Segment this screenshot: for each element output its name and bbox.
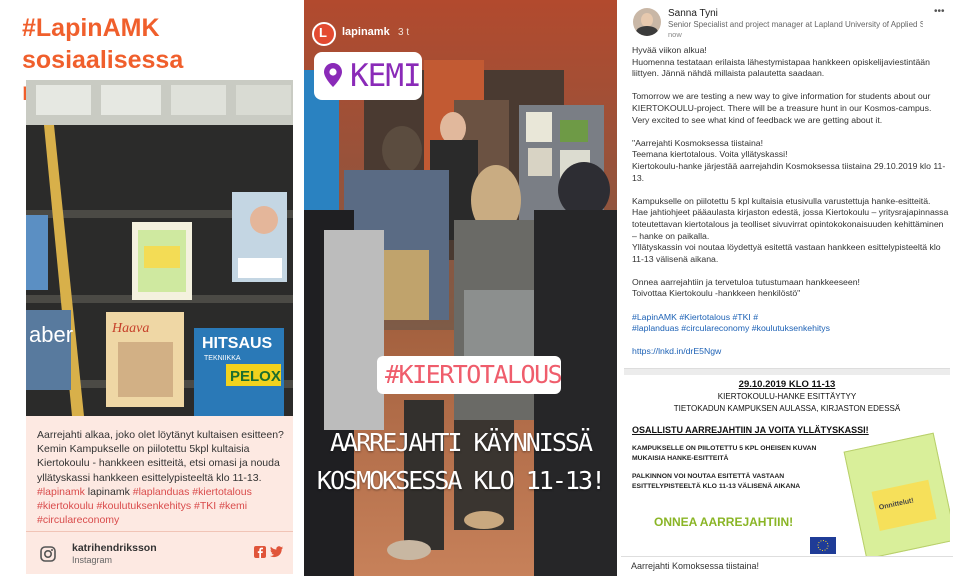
- post-photo[interactable]: aber Haava HITSAUS TEKNIIKKA PELOX: [26, 80, 293, 416]
- poster-date: 29.10.2019 KLO 11-13: [738, 379, 836, 390]
- poster-body4: ESITTELYPISTEELTÄ KLO 11-13 VÄLISENÄ AIK…: [632, 483, 801, 490]
- divider: [26, 531, 293, 532]
- poster-heading: OSALLISTU AARREJAHTIIN JA VOITA YLLÄTYSK…: [632, 425, 869, 435]
- location-sticker[interactable]: KEMI: [314, 52, 422, 100]
- post-username[interactable]: katrihendriksson: [72, 542, 157, 554]
- para-announcement: "Aarrejahti Kosmoksessa tiistaina! Teema…: [632, 137, 946, 183]
- post-body: Hyvää viikon alkua! Huomenna testataan e…: [632, 45, 950, 370]
- post-link[interactable]: https://lnkd.in/drE5Ngw: [632, 346, 721, 356]
- para-closing: Onnea aarrejahtiin ja tervetuloa tutustu…: [632, 276, 860, 299]
- hashtag-label: #KIERTOTALOUS: [385, 360, 563, 389]
- linkedin-post-panel: Sanna Tyni Senior Specialist and project…: [621, 0, 953, 576]
- poster-body1: KAMPUKSELLE ON PIILOTETTU 5 KPL OHEISEN …: [632, 445, 817, 452]
- magazine-hitsaus-sub: TEKNIIKKA: [204, 355, 241, 362]
- author-avatar[interactable]: [633, 8, 661, 36]
- story-username[interactable]: lapinamk: [342, 26, 390, 38]
- magazine-hitsaus-title: HITSAUS: [202, 335, 273, 352]
- eu-flag-icon: [810, 537, 836, 554]
- facebook-icon[interactable]: [254, 546, 266, 558]
- hashtags-line1[interactable]: #LapinAMK #Kiertotalous #TKI #: [632, 312, 758, 322]
- twitter-icon[interactable]: [270, 546, 283, 558]
- library-shelf-image: aber Haava HITSAUS TEKNIIKKA PELOX: [26, 80, 293, 416]
- location-label: KEMI: [350, 58, 422, 94]
- poster-luck: ONNEA AARREJAHTIIN!: [654, 515, 794, 529]
- poster-body2: MUKAISIA HANKE-ESITTEITÄ: [632, 455, 729, 462]
- poster-flyer: Onnittelut!: [843, 432, 950, 556]
- image-caption-bar: Aarrejahti Komoksessa tiistaina!: [621, 556, 953, 576]
- para-english: Tomorrow we are testing a new way to giv…: [632, 91, 932, 125]
- poster-body3: PALKINNON VOI NOUTAA ESITETTÄ VASTAAN: [632, 473, 785, 480]
- story-time: 3 t: [398, 27, 410, 38]
- post-time: now: [668, 30, 682, 39]
- story-overlay-text: AARREJAHTI KÄYNNISSÄ KOSMOKSESSA KLO 11-…: [316, 428, 606, 495]
- event-poster-image[interactable]: 29.10.2019 KLO 11-13 KIERTOKOULU-HANKE E…: [624, 368, 950, 556]
- poster-line1: KIERTOKOULU-HANKE ESITTÄYTYY: [717, 392, 857, 401]
- post-footer: katrihendriksson Instagram: [26, 534, 293, 574]
- instagram-story-panel: L lapinamk 3 t KEMI #KIERTOTALOUS AARREJ…: [304, 0, 617, 576]
- instagram-icon: [40, 546, 56, 562]
- author-name[interactable]: Sanna Tyni: [668, 8, 718, 19]
- magazine-left-title: aber: [29, 322, 73, 347]
- location-pin-icon: [324, 63, 342, 87]
- author-subtitle: Senior Specialist and project manager at…: [668, 20, 923, 29]
- hashtag-lapinamk[interactable]: #lapinamk: [37, 486, 85, 498]
- hashtags-line2[interactable]: #laplanduas #circulareconomy #koulutukse…: [632, 323, 830, 333]
- magazine-haava-title: Haava: [111, 321, 149, 336]
- para-greeting: Hyvää viikon alkua! Huomenna testataan e…: [632, 45, 930, 79]
- hashtag-sticker[interactable]: #KIERTOTALOUS: [377, 356, 563, 394]
- para-details: Kampukselle on piilotettu 5 kpl kultaisi…: [632, 195, 949, 264]
- poster-line2: TIETOKADUN KAMPUKSEN AULASSA, KIRJASTON …: [673, 404, 901, 413]
- post-platform: Instagram: [72, 555, 113, 565]
- magazine-pelox-title: PELOX: [230, 368, 281, 385]
- more-options-button[interactable]: •••: [934, 6, 945, 17]
- story-avatar[interactable]: L: [312, 22, 336, 46]
- instagram-post-panel: #LapinAMK sosiaalisessa mediassa: [0, 0, 302, 576]
- post-caption: Aarrejahti alkaa, joko olet löytänyt kul…: [37, 429, 284, 527]
